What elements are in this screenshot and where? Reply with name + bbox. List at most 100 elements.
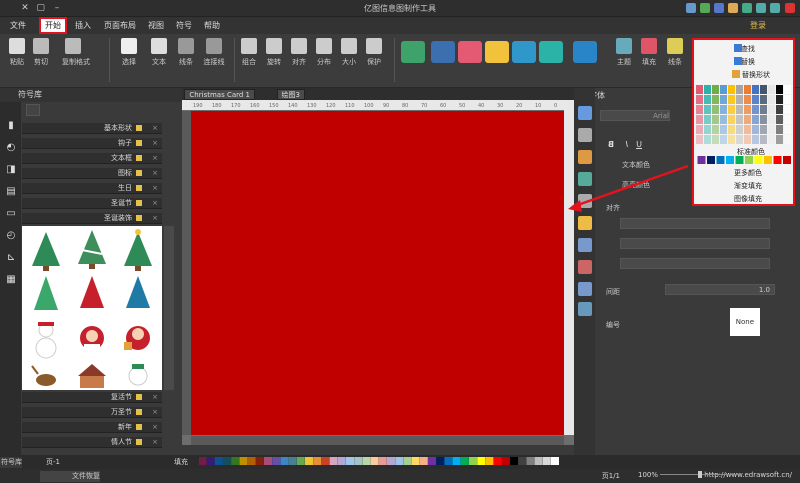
- palette-swatch[interactable]: [460, 457, 469, 465]
- category-halloween[interactable]: × 万圣节: [22, 407, 162, 418]
- category-icon: [136, 155, 142, 161]
- palette-swatch[interactable]: [452, 457, 461, 465]
- palette-swatch[interactable]: [493, 457, 502, 465]
- category-icon: [136, 140, 142, 146]
- palette-swatch[interactable]: [239, 457, 248, 465]
- comment-icon[interactable]: ▭: [5, 208, 17, 220]
- file-recovery-tab[interactable]: 文件恢复: [40, 471, 100, 482]
- color-palette-strip[interactable]: [198, 457, 559, 465]
- category-icon: [136, 185, 142, 191]
- palette-swatch[interactable]: [223, 457, 231, 465]
- palette-swatch[interactable]: [551, 457, 559, 465]
- zoom-slider[interactable]: [660, 470, 740, 479]
- palette-swatch[interactable]: [264, 457, 272, 465]
- palette-swatch[interactable]: [354, 457, 363, 465]
- snowman-icon[interactable]: [35, 322, 57, 359]
- category-hooks[interactable]: × 钩子: [22, 138, 162, 149]
- santa-gift-icon[interactable]: [124, 326, 150, 350]
- category-birthday[interactable]: × 生日: [22, 183, 162, 194]
- palette-swatch[interactable]: [313, 457, 322, 465]
- category-icons[interactable]: × 图标: [22, 168, 162, 179]
- symbol-library-header: 符号库: [0, 88, 182, 102]
- library-scrollbar[interactable]: [164, 226, 174, 390]
- reindeer-icon[interactable]: [31, 365, 56, 386]
- palette-swatch[interactable]: [387, 457, 395, 465]
- palette-swatch[interactable]: [542, 457, 551, 465]
- category-icon: [136, 200, 142, 206]
- palette-swatch[interactable]: [518, 457, 527, 465]
- palette-swatch[interactable]: [510, 457, 518, 465]
- palette-swatch[interactable]: [395, 457, 404, 465]
- palette-swatch[interactable]: [346, 457, 354, 465]
- house-icon[interactable]: [78, 364, 106, 388]
- xmas-tree-star-icon[interactable]: [124, 229, 152, 271]
- page-counter: 页1/1: [601, 472, 620, 480]
- fill-label: 填充: [174, 458, 188, 466]
- palette-swatch[interactable]: [501, 457, 510, 465]
- palette-swatch[interactable]: [534, 457, 543, 465]
- category-icon: [136, 125, 142, 131]
- palette-swatch[interactable]: [247, 457, 256, 465]
- library-tab[interactable]: 符号库: [0, 457, 22, 468]
- tree-icon[interactable]: ⊿: [5, 252, 17, 264]
- page-label[interactable]: 页-1: [46, 457, 60, 467]
- palette-swatch[interactable]: [321, 457, 330, 465]
- palette-swatch[interactable]: [255, 457, 264, 465]
- library-search-icon[interactable]: [26, 104, 40, 116]
- history-icon[interactable]: ◷: [5, 230, 17, 242]
- palette-swatch[interactable]: [231, 457, 240, 465]
- palette-svg: [198, 457, 559, 465]
- christmas-shape-grid: [22, 226, 162, 390]
- palette-swatch[interactable]: [469, 457, 477, 465]
- palette-swatch[interactable]: [428, 457, 436, 465]
- library-icon[interactable]: ▦: [5, 274, 17, 286]
- palette-swatch[interactable]: [206, 457, 215, 465]
- palette-swatch[interactable]: [214, 457, 223, 465]
- category-christmas-decor[interactable]: × 圣诞装饰: [22, 213, 162, 224]
- category-valentine[interactable]: × 情人节: [22, 437, 162, 448]
- palette-swatch[interactable]: [444, 457, 453, 465]
- palette-swatch[interactable]: [362, 457, 371, 465]
- category-textbox[interactable]: × 文本框: [22, 153, 162, 164]
- zoom-level: 100%: [637, 471, 658, 479]
- category-icon: [136, 409, 142, 415]
- palette-swatch[interactable]: [288, 457, 297, 465]
- xmas-tree-snow-icon[interactable]: [78, 230, 106, 269]
- palette-swatch[interactable]: [526, 457, 535, 465]
- palette-swatch[interactable]: [280, 457, 289, 465]
- palette-swatch[interactable]: [485, 457, 494, 465]
- palette-swatch[interactable]: [337, 457, 346, 465]
- palette-swatch[interactable]: [370, 457, 379, 465]
- snowman-hat-icon[interactable]: [128, 364, 148, 386]
- category-christmas[interactable]: × 圣诞节: [22, 198, 162, 209]
- xmas-tree-icon[interactable]: [32, 232, 60, 271]
- palette-swatch[interactable]: [403, 457, 412, 465]
- palette-swatch[interactable]: [305, 457, 313, 465]
- palette-swatch[interactable]: [296, 457, 305, 465]
- page-icon[interactable]: ▤: [5, 186, 17, 198]
- palette-swatch[interactable]: [272, 457, 281, 465]
- palette-swatch[interactable]: [329, 457, 338, 465]
- palette-swatch[interactable]: [419, 457, 428, 465]
- category-icon: [136, 170, 142, 176]
- category-icon: [136, 394, 142, 400]
- palette-swatch[interactable]: [378, 457, 387, 465]
- pie-chart-icon[interactable]: ◔: [5, 142, 17, 154]
- christmas-shapes-svg: [31, 229, 152, 388]
- palette-swatch[interactable]: [198, 457, 207, 465]
- category-new-year[interactable]: × 新年: [22, 422, 162, 433]
- palette-swatch[interactable]: [477, 457, 486, 465]
- category-icon: [136, 424, 142, 430]
- shape-icon[interactable]: ▮: [5, 120, 17, 132]
- blue-tree-icon[interactable]: [126, 276, 150, 308]
- palette-swatch[interactable]: [436, 457, 445, 465]
- category-icon: [136, 439, 142, 445]
- green-tree-icon[interactable]: [34, 276, 58, 310]
- category-easter[interactable]: × 复活节: [22, 392, 162, 403]
- red-tree-icon[interactable]: [80, 276, 104, 308]
- category-icon: [136, 215, 142, 221]
- palette-swatch[interactable]: [411, 457, 420, 465]
- santa-icon[interactable]: [80, 326, 104, 350]
- category-basic-shapes[interactable]: × 基本形状: [22, 123, 162, 134]
- layers-icon[interactable]: ◧: [5, 164, 17, 176]
